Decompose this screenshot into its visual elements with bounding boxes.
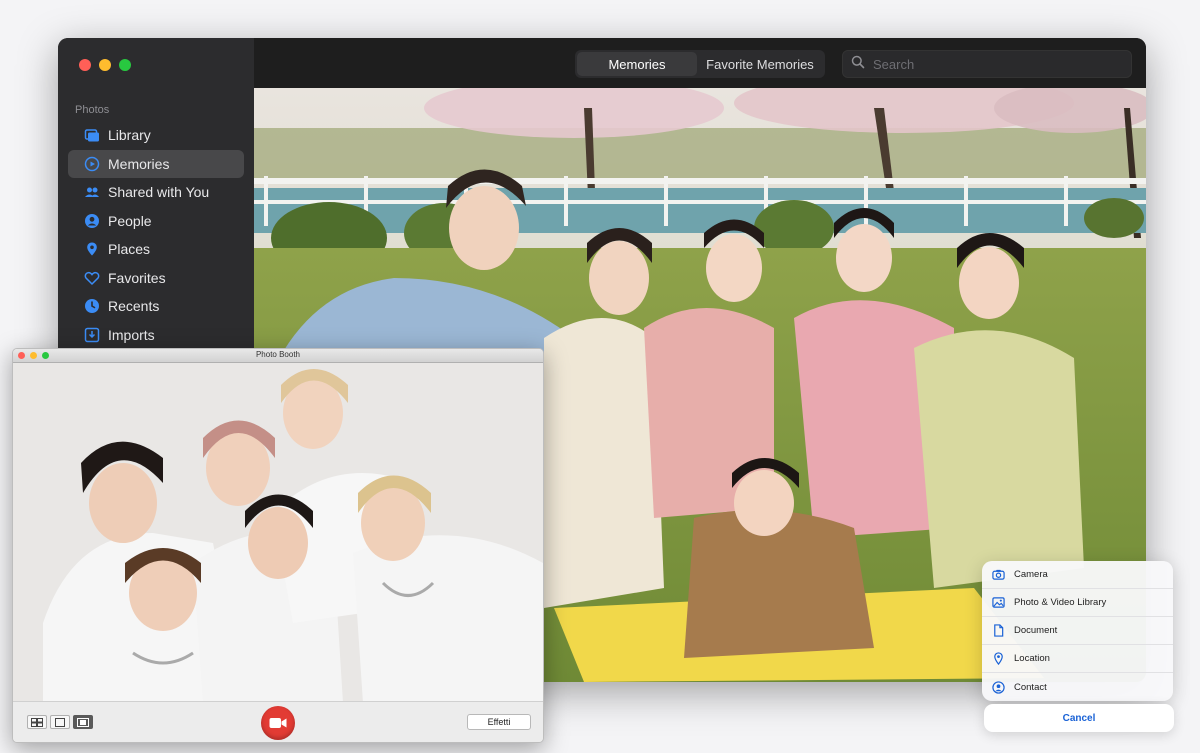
search-field[interactable] <box>842 50 1132 78</box>
sheet-item-location[interactable]: Location <box>982 645 1173 673</box>
contact-icon <box>991 680 1005 694</box>
sidebar-item-memories[interactable]: Memories <box>68 149 244 178</box>
camera-icon <box>991 568 1005 582</box>
sidebar-section-title: Photos <box>75 104 110 116</box>
sidebar-item-label: Recents <box>108 298 160 314</box>
search-input[interactable] <box>873 56 1113 72</box>
photo-booth-preview-image <box>13 363 543 703</box>
window-controls <box>79 59 131 71</box>
sheet-item-label: Camera <box>1014 569 1048 580</box>
sheet-item-document[interactable]: Document <box>982 617 1173 645</box>
sidebar-item-label: Memories <box>108 155 170 172</box>
sheet-item-label: Location <box>1014 653 1050 664</box>
sheet-item-photo-video-library[interactable]: Photo & Video Library <box>982 589 1173 617</box>
close-window-button[interactable] <box>79 59 91 71</box>
sidebar-item-label: Library <box>108 127 151 143</box>
minimize-window-button[interactable] <box>99 59 111 71</box>
memories-segmented-control: Memories Favorite Memories <box>575 50 825 78</box>
attachment-action-sheet: Camera Photo & Video Library Document Lo… <box>982 561 1173 701</box>
sidebar-list: Library Memories Shared with You People <box>68 121 244 349</box>
import-icon <box>84 327 100 343</box>
location-icon <box>991 652 1005 666</box>
video-camera-icon <box>269 718 287 728</box>
sheet-item-camera[interactable]: Camera <box>982 561 1173 589</box>
photo-booth-title: Photo Booth <box>255 350 301 359</box>
sidebar-item-shared-with-you[interactable]: Shared with You <box>68 178 244 206</box>
sidebar-item-label: People <box>108 212 152 229</box>
sidebar-item-places[interactable]: Places <box>68 235 244 263</box>
filmstrip-icon <box>77 717 89 727</box>
grid-view-button[interactable] <box>27 715 47 729</box>
sidebar-item-label: Imports <box>108 326 155 343</box>
zoom-window-button[interactable] <box>119 59 131 71</box>
sheet-item-label: Contact <box>1014 681 1047 693</box>
sidebar-item-favorites[interactable]: Favorites <box>68 264 244 292</box>
photo-booth-window: Photo Booth Effetti <box>12 348 544 743</box>
video-view-button[interactable] <box>73 715 93 729</box>
heart-icon <box>84 270 100 286</box>
record-button[interactable] <box>261 706 295 740</box>
sidebar-item-people[interactable]: People <box>68 207 244 235</box>
document-icon <box>991 624 1005 638</box>
sidebar-item-library[interactable]: Library <box>68 121 244 149</box>
single-view-button[interactable] <box>50 715 70 729</box>
photo-booth-titlebar[interactable]: Photo Booth <box>13 349 543 363</box>
cancel-button[interactable]: Cancel <box>984 704 1174 732</box>
sidebar-item-label: Places <box>108 241 151 257</box>
sidebar-item-imports[interactable]: Imports <box>68 321 244 349</box>
memories-icon <box>84 156 100 172</box>
view-mode-selector <box>27 715 93 729</box>
effects-button[interactable]: Effetti <box>467 714 531 730</box>
clock-icon <box>84 298 100 314</box>
sheet-item-label: Document <box>1014 625 1058 636</box>
photo-booth-camera-view <box>13 363 543 703</box>
sidebar-item-label: Favorites <box>108 269 166 286</box>
sidebar-item-recents[interactable]: Recents <box>68 292 244 320</box>
tab-memories[interactable]: Memories <box>577 52 697 76</box>
grid-icon <box>31 717 43 727</box>
sheet-item-contact[interactable]: Contact <box>982 673 1173 701</box>
photo-library-icon <box>991 596 1005 610</box>
photo-booth-bottom-bar: Effetti <box>13 701 543 742</box>
toolbar: Memories Favorite Memories <box>254 38 1146 88</box>
library-icon <box>84 127 100 143</box>
places-icon <box>84 241 100 257</box>
people-icon <box>84 213 100 229</box>
shared-icon <box>84 184 100 200</box>
tab-favorite-memories[interactable]: Favorite Memories <box>697 52 823 76</box>
sidebar-item-label: Shared with You <box>108 184 210 200</box>
single-frame-icon <box>55 717 65 727</box>
search-icon <box>851 55 873 74</box>
sheet-item-label: Photo & Video Library <box>1014 597 1107 608</box>
